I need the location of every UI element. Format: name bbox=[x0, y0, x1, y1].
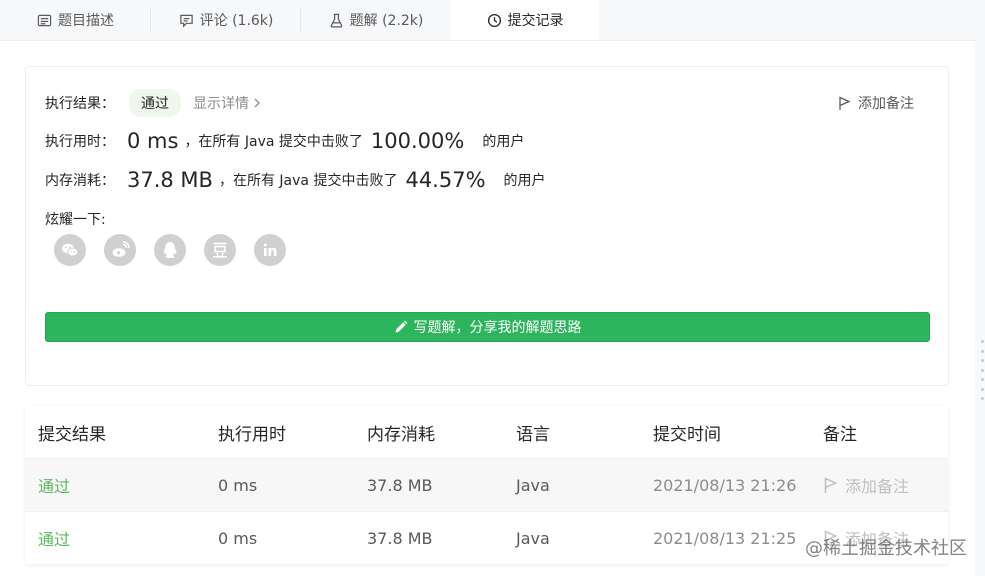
share-linkedin-button[interactable] bbox=[254, 234, 286, 266]
memory-row: 内存消耗： 37.8 MB ，在所有 Java 提交中击败了 44.57% 的用… bbox=[45, 168, 546, 192]
share-wechat-button[interactable] bbox=[54, 234, 86, 266]
header-result: 提交结果 bbox=[38, 424, 106, 445]
tab-bar: 题目描述 评论 (1.6k) 题解 (2.2k) 提交记录 bbox=[0, 0, 975, 41]
description-icon bbox=[37, 14, 52, 26]
flask-icon bbox=[330, 13, 342, 27]
tab-label: 题解 (2.2k) bbox=[349, 13, 424, 29]
header-memory: 内存消耗 bbox=[367, 424, 435, 445]
row-add-note-label: 添加备注 bbox=[845, 477, 910, 496]
memory-label: 内存消耗： bbox=[45, 173, 115, 189]
runtime-beat-text: ，在所有 Java 提交中击败了 bbox=[184, 134, 363, 150]
result-card: 执行结果： 通过 显示详情 添加备注 执行用时： 0 ms ，在所有 Java … bbox=[25, 66, 949, 386]
status-label: 执行结果： bbox=[45, 96, 115, 112]
runtime-percent: 100.00% bbox=[370, 129, 465, 153]
tab-solutions[interactable]: 题解 (2.2k) bbox=[301, 0, 451, 40]
share-douban-button[interactable] bbox=[204, 234, 236, 266]
memory-cell: 37.8 MB bbox=[367, 475, 433, 495]
tab-comments[interactable]: 评论 (1.6k) bbox=[151, 0, 301, 40]
share-icons bbox=[54, 234, 286, 266]
show-details-label: 显示详情 bbox=[193, 96, 249, 112]
tab-description[interactable]: 题目描述 bbox=[0, 0, 151, 40]
header-language: 语言 bbox=[516, 424, 550, 445]
tab-label: 提交记录 bbox=[507, 13, 564, 29]
memory-percent: 44.57% bbox=[405, 168, 486, 192]
tab-label: 题目描述 bbox=[58, 13, 114, 29]
runtime-value: 0 ms bbox=[127, 129, 179, 153]
language-cell: Java bbox=[516, 475, 550, 495]
row-add-note-button[interactable]: 添加备注 bbox=[823, 459, 909, 511]
tab-label: 评论 (1.6k) bbox=[199, 13, 274, 29]
header-runtime: 执行用时 bbox=[218, 424, 286, 445]
status-badge: 通过 bbox=[129, 89, 181, 117]
table-row: 通过 0 ms 37.8 MB Java 2021/08/13 21:26 添加… bbox=[25, 458, 948, 511]
memory-cell: 37.8 MB bbox=[367, 528, 433, 548]
weibo-icon bbox=[112, 241, 130, 257]
runtime-row: 执行用时： 0 ms ，在所有 Java 提交中击败了 100.00% 的用户 bbox=[45, 129, 524, 153]
runtime-suffix: 的用户 bbox=[482, 134, 525, 150]
add-note-label: 添加备注 bbox=[858, 96, 914, 112]
share-label: 炫耀一下: bbox=[45, 212, 106, 228]
language-cell: Java bbox=[516, 528, 550, 548]
douban-icon bbox=[213, 242, 227, 258]
time-cell: 2021/08/13 21:25 bbox=[653, 528, 797, 548]
runtime-label: 执行用时： bbox=[45, 134, 115, 150]
chevron-right-icon bbox=[254, 98, 260, 108]
status-row: 执行结果： 通过 显示详情 bbox=[45, 89, 261, 117]
qq-icon bbox=[163, 242, 177, 258]
memory-suffix: 的用户 bbox=[503, 173, 546, 189]
comment-icon bbox=[179, 14, 193, 28]
header-note: 备注 bbox=[823, 424, 857, 445]
share-row: 炫耀一下: bbox=[45, 209, 106, 229]
header-time: 提交时间 bbox=[653, 424, 721, 445]
memory-value: 37.8 MB bbox=[127, 168, 213, 192]
write-solution-label: 写题解，分享我的解题思路 bbox=[413, 320, 582, 336]
result-link[interactable]: 通过 bbox=[38, 512, 70, 564]
resize-handle[interactable] bbox=[979, 340, 985, 400]
table-header: 提交结果 执行用时 内存消耗 语言 提交时间 备注 bbox=[25, 406, 948, 458]
clock-icon bbox=[487, 13, 501, 27]
flag-icon bbox=[839, 95, 851, 110]
time-cell: 2021/08/13 21:26 bbox=[653, 475, 797, 495]
runtime-cell: 0 ms bbox=[218, 528, 258, 548]
share-qq-button[interactable] bbox=[154, 234, 186, 266]
show-details-link[interactable]: 显示详情 bbox=[193, 93, 261, 113]
write-solution-button[interactable]: 写题解，分享我的解题思路 bbox=[45, 312, 930, 342]
memory-beat-text: ，在所有 Java 提交中击败了 bbox=[218, 173, 398, 189]
flag-icon bbox=[824, 476, 838, 493]
pencil-icon bbox=[395, 320, 407, 333]
add-note-button[interactable]: 添加备注 bbox=[838, 93, 914, 113]
runtime-cell: 0 ms bbox=[218, 475, 258, 495]
result-link[interactable]: 通过 bbox=[38, 459, 70, 511]
linkedin-icon bbox=[263, 243, 277, 256]
share-weibo-button[interactable] bbox=[104, 234, 136, 266]
watermark: @稀土掘金技术社区 bbox=[805, 538, 967, 559]
wechat-icon bbox=[62, 243, 79, 257]
tab-submissions[interactable]: 提交记录 bbox=[451, 0, 599, 40]
